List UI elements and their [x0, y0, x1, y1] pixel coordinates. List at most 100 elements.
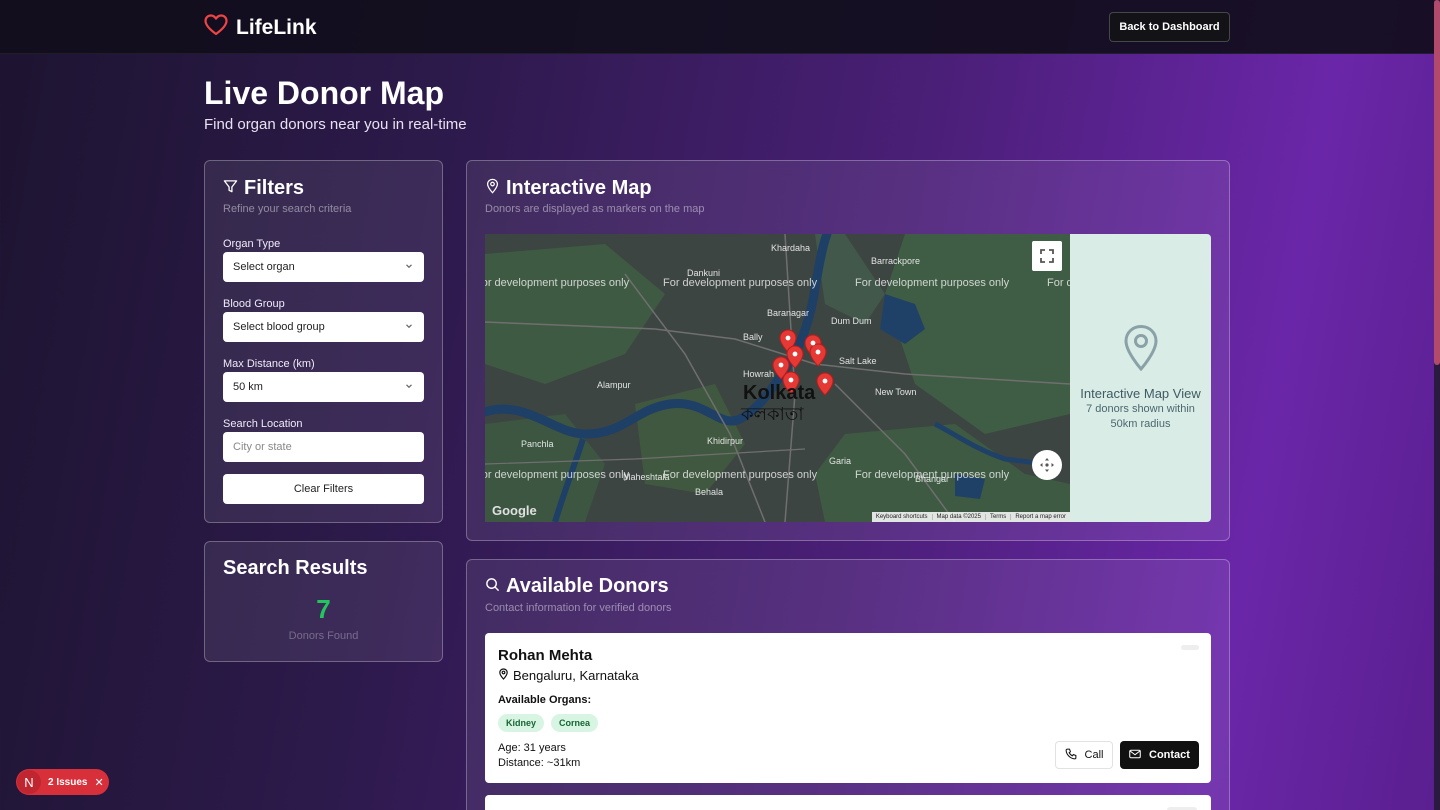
map-camera-control-button[interactable] [1032, 450, 1062, 480]
call-button[interactable]: Call [1055, 741, 1113, 769]
map-card-description: Donors are displayed as markers on the m… [485, 203, 705, 215]
status-badge [1181, 645, 1199, 650]
search-location-label: Search Location [223, 418, 303, 430]
donor-age: Age: 31 years [498, 742, 566, 754]
filters-title-text: Filters [244, 177, 305, 199]
report-map-error-link[interactable]: Report a map error [1010, 514, 1070, 520]
donor-location-text: Bengaluru, Karnataka [513, 668, 639, 683]
filters-card: Filters Refine your search criteria Orga… [204, 160, 443, 523]
mail-icon [1129, 749, 1141, 762]
donor-location: Bengaluru, Karnataka [498, 668, 639, 683]
filter-icon [223, 177, 238, 200]
map-pin-icon [498, 668, 509, 683]
map-card-title-text: Interactive Map [506, 177, 652, 199]
results-count: 7 [316, 594, 331, 624]
donor-card: Rohan Mehta Bengaluru, Karnataka Availab… [485, 633, 1211, 783]
blood-group-select[interactable]: Select blood group [223, 312, 424, 342]
map-info-text: 7 donors shown within 50km radius [1086, 403, 1195, 430]
donors-card-title: Available Donors [485, 575, 669, 598]
map-view[interactable]: For development purposes only For develo… [485, 234, 1070, 522]
heart-icon [204, 14, 228, 41]
terms-link[interactable]: Terms [984, 514, 1010, 520]
fullscreen-button[interactable] [1032, 241, 1062, 271]
available-donors-card: Available Donors Contact information for… [466, 559, 1230, 810]
map-city-local-label: কলকাতা [741, 404, 804, 424]
map-watermark: For development purposes only [485, 277, 630, 289]
scrollbar-thumb[interactable] [1434, 0, 1440, 365]
donors-card-description: Contact information for verified donors [485, 602, 672, 614]
search-results-title: Search Results [223, 557, 368, 579]
map-place-label: Alampur [597, 380, 631, 390]
search-icon [485, 575, 500, 598]
back-to-dashboard-button[interactable]: Back to Dashboard [1109, 12, 1230, 42]
map-place-label: Salt Lake [839, 356, 877, 366]
map-place-label: Garia [829, 456, 852, 466]
issues-badge[interactable]: N 2 Issues ✕ [16, 769, 109, 795]
map-place-label: Bhangar [915, 474, 950, 484]
chevron-down-icon [404, 381, 414, 394]
brand-logo[interactable]: LifeLink [204, 14, 317, 41]
map-pin-icon [485, 177, 500, 200]
keyboard-shortcuts-link[interactable]: Keyboard shortcuts [872, 514, 932, 520]
interactive-map-card: Interactive Map Donors are displayed as … [466, 160, 1230, 541]
next-logo-icon: N [17, 770, 41, 794]
map-watermark: For development purposes only [663, 277, 818, 289]
organ-type-label: Organ Type [223, 238, 281, 250]
max-distance-label: Max Distance (km) [223, 358, 315, 370]
map-info-title: Interactive Map View [1080, 386, 1201, 401]
organ-tag: Cornea [551, 714, 599, 732]
filters-description: Refine your search criteria [223, 203, 352, 215]
chevron-down-icon [404, 261, 414, 274]
contact-button[interactable]: Contact [1120, 741, 1199, 769]
search-location-input[interactable]: City or state [223, 432, 424, 462]
map-place-label: Baranagar [767, 308, 810, 318]
map-place-label: New Town [875, 387, 917, 397]
map-card-title: Interactive Map [485, 177, 652, 200]
organ-tag: Kidney [498, 714, 545, 732]
map-place-label: Dankuni [687, 268, 721, 278]
brand-name: LifeLink [236, 15, 317, 39]
map-place-label: Khardaha [771, 243, 811, 253]
search-location-placeholder: City or state [233, 441, 292, 453]
chevron-down-icon [404, 321, 414, 334]
donor-card [485, 795, 1211, 810]
page-title: Live Donor Map [204, 75, 445, 111]
map-place-label: Behala [695, 487, 724, 497]
location-pin-icon [1122, 324, 1160, 377]
donors-card-title-text: Available Donors [506, 575, 669, 597]
blood-group-label: Blood Group [223, 298, 285, 310]
map-attribution: Keyboard shortcuts Map data ©2025 Terms … [871, 512, 1070, 522]
map-place-label: Bally [743, 332, 763, 342]
max-distance-value: 50 km [233, 381, 263, 393]
map-place-label: Dum Dum [831, 316, 872, 326]
call-button-label: Call [1084, 749, 1104, 761]
donor-name: Rohan Mehta [498, 647, 593, 664]
organ-type-value: Select organ [233, 261, 295, 273]
google-logo: Google [492, 503, 537, 518]
scrollbar[interactable] [1434, 0, 1440, 810]
map-place-label: Barrackpore [871, 256, 921, 266]
map-place-label: Howrah [743, 369, 775, 379]
organs-label: Available Organs: [498, 694, 592, 706]
map-watermark: For development purposes only [485, 469, 630, 481]
filters-title: Filters [223, 177, 304, 200]
page-subtitle: Find organ donors near you in real-time [204, 116, 467, 133]
map-data-text: Map data ©2025 [931, 514, 985, 520]
phone-icon [1065, 748, 1077, 763]
max-distance-select[interactable]: 50 km [223, 372, 424, 402]
contact-button-label: Contact [1149, 749, 1190, 761]
map-watermark: For development purposes only [855, 277, 1010, 289]
donor-distance: Distance: ~31km [498, 757, 581, 769]
close-icon[interactable]: ✕ [94, 776, 103, 789]
map-place-label: Khidirpur [707, 436, 744, 446]
organ-type-select[interactable]: Select organ [223, 252, 424, 282]
map-place-label: Panchla [521, 439, 554, 449]
clear-filters-button[interactable]: Clear Filters [223, 474, 424, 504]
map-watermark: For development purposes only [663, 469, 818, 481]
results-label: Donors Found [288, 630, 359, 642]
search-results-card: Search Results 7 Donors Found [204, 541, 443, 662]
top-navigation-bar: LifeLink Back to Dashboard [0, 0, 1434, 54]
issues-count: 2 Issues [48, 776, 88, 788]
map-info-panel: Interactive Map View 7 donors shown with… [1070, 234, 1211, 522]
map-place-label: Maheshtala [623, 472, 670, 482]
